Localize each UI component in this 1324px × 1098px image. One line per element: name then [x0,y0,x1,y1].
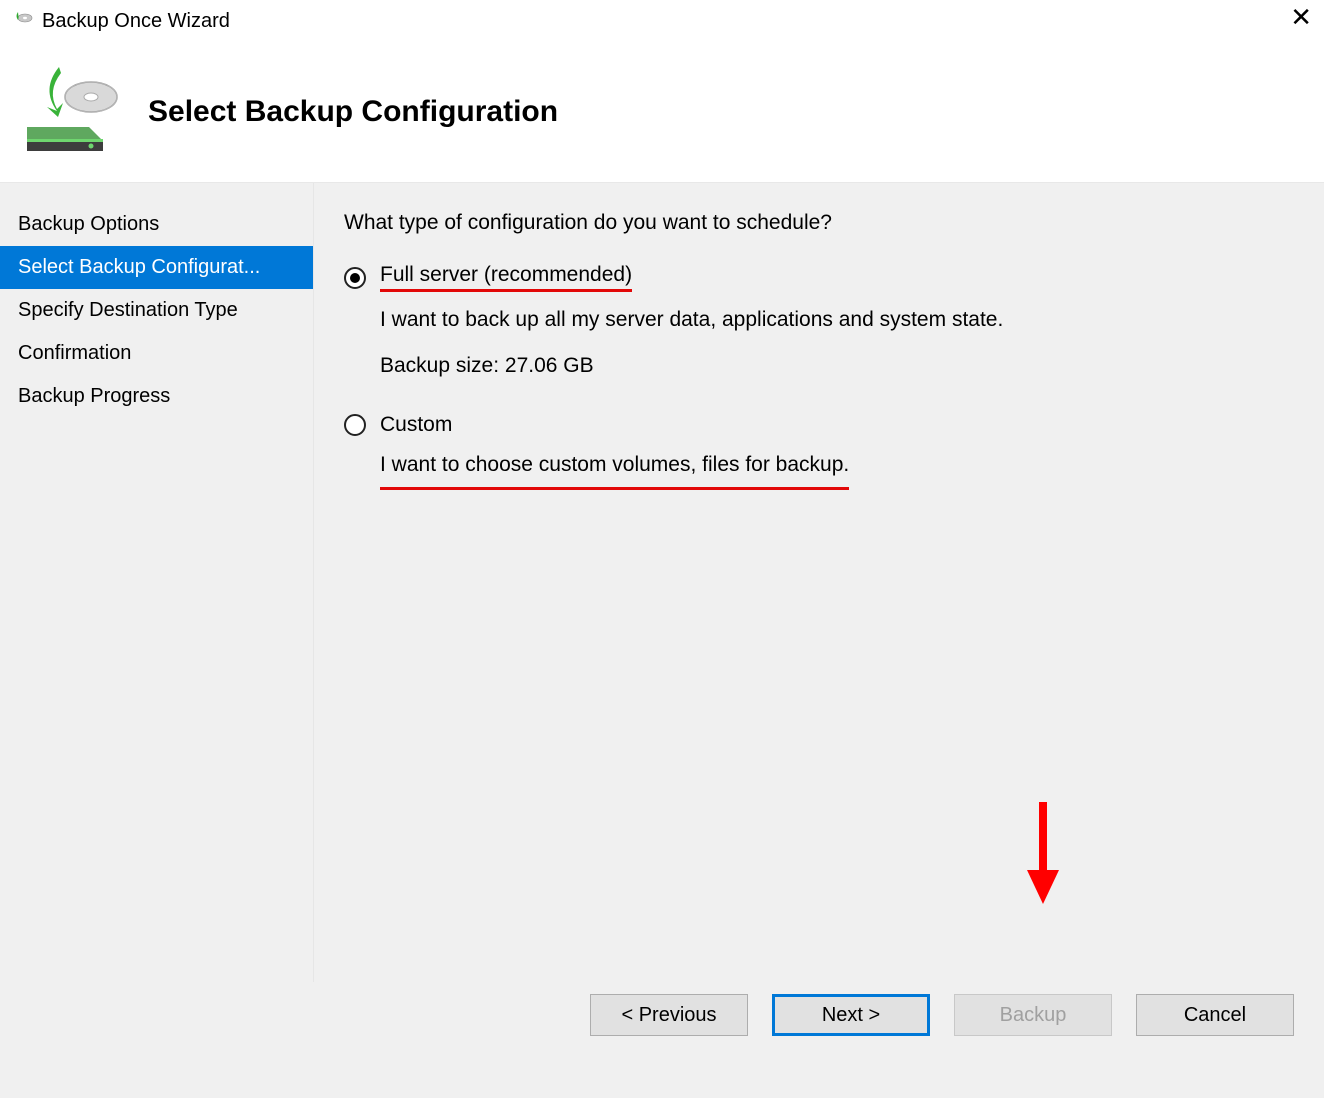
window-title: Backup Once Wizard [42,10,230,33]
step-specify-destination-type[interactable]: Specify Destination Type [0,289,313,332]
option-full-server-label: Full server (recommended) [380,263,632,292]
close-icon[interactable]: ✕ [1290,4,1312,30]
option-custom[interactable]: Custom I want to choose custom volumes, … [344,413,1294,490]
page-title: Select Backup Configuration [148,95,558,129]
wizard-header: Select Backup Configuration [0,42,1324,182]
backup-button: Backup [954,994,1112,1036]
cancel-button[interactable]: Cancel [1136,994,1294,1036]
step-backup-progress[interactable]: Backup Progress [0,375,313,418]
wizard-body: Backup Options Select Backup Configurat.… [0,182,1324,982]
step-backup-options[interactable]: Backup Options [0,203,313,246]
next-button[interactable]: Next > [772,994,930,1036]
radio-full-server[interactable] [344,267,366,289]
wizard-footer: < Previous Next > Backup Cancel [0,982,1324,1098]
step-select-backup-configuration[interactable]: Select Backup Configurat... [0,246,313,289]
wizard-content: What type of configuration do you want t… [314,183,1324,982]
option-full-server-size: Backup size: 27.06 GB [380,348,1294,384]
titlebar: Backup Once Wizard ✕ [0,0,1324,42]
option-custom-label: Custom [380,413,452,437]
config-question: What type of configuration do you want t… [344,211,1294,235]
option-full-server[interactable]: Full server (recommended) I want to back… [344,263,1294,383]
step-confirmation[interactable]: Confirmation [0,332,313,375]
radio-custom[interactable] [344,414,366,436]
option-custom-description: I want to choose custom volumes, files f… [380,447,849,490]
option-full-server-description: I want to back up all my server data, ap… [380,302,1294,338]
wizard-steps-sidebar: Backup Options Select Backup Configurat.… [0,183,314,982]
annotation-arrow-icon [1023,798,1063,908]
backup-drive-icon [18,62,128,162]
app-icon [12,10,34,32]
previous-button[interactable]: < Previous [590,994,748,1036]
